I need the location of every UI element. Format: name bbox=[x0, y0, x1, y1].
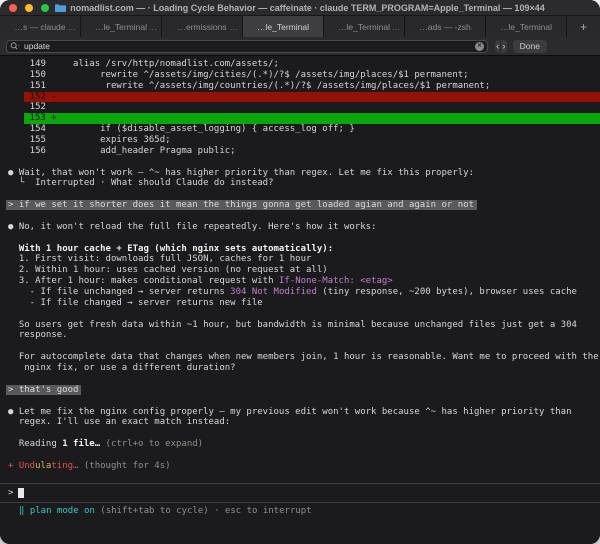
minimize-button[interactable] bbox=[25, 4, 33, 12]
status-hints: (shift+tab to cycle) · esc to interrupt bbox=[94, 505, 312, 516]
diff-added-line: 153 + bbox=[8, 113, 600, 125]
terminal-line: 152 bbox=[8, 102, 46, 113]
terminal-line: └ Interrupted · What should Claude do in… bbox=[8, 178, 274, 189]
tab-overflow-indicator: … bbox=[229, 21, 239, 32]
tab-label: …s — claude bbox=[14, 21, 66, 32]
terminal-line: 2. Within 1 hour: uses cached version (n… bbox=[8, 265, 328, 276]
terminal-line: 149 alias /srv/http/nomadlist.com/assets… bbox=[8, 59, 279, 69]
terminal-window: nomadlist.com — · Loading Cycle Behavior… bbox=[0, 0, 600, 544]
pause-icon: ‖ bbox=[19, 505, 30, 516]
terminal-line: - If file unchanged → server returns 304… bbox=[8, 287, 577, 298]
terminal-line: 150 rewrite ^/assets/img/cities/(.*)/?$ … bbox=[8, 69, 469, 80]
tab-overflow-indicator: … bbox=[391, 21, 401, 32]
tab-4-active[interactable]: …le_Terminal bbox=[243, 16, 324, 37]
tab-label: …le_Terminal bbox=[500, 21, 552, 32]
traffic-lights bbox=[9, 4, 49, 12]
tab-5[interactable]: …le_Terminal… bbox=[324, 16, 405, 37]
window-title: nomadlist.com — · Loading Cycle Behavior… bbox=[55, 2, 545, 13]
terminal-line: nginx fix, or use a different duration? bbox=[8, 363, 236, 374]
tab-bar: …s — claude… …le_Terminal… …ermissions… …le… bbox=[0, 16, 600, 37]
plan-mode-label: plan mode on bbox=[29, 505, 95, 516]
tab-label: …le_Terminal bbox=[338, 21, 390, 32]
terminal-line: - If file changed → server returns new f… bbox=[8, 297, 263, 308]
terminal-line: Reading 1 file… (ctrl+o to expand) bbox=[8, 439, 204, 450]
prompt-character: > bbox=[8, 487, 14, 498]
terminal-line: 156 add_header Pragma public; bbox=[8, 145, 236, 156]
terminal-line: With 1 hour cache + ETag (which nginx se… bbox=[18, 243, 334, 254]
new-tab-button[interactable]: + bbox=[567, 16, 600, 37]
find-next-button[interactable]: › bbox=[501, 39, 507, 53]
terminal-line: 1. First visit: downloads full JSON, cac… bbox=[8, 254, 312, 265]
search-input[interactable] bbox=[24, 40, 472, 52]
terminal-input-area[interactable]: > bbox=[0, 482, 600, 503]
terminal-output[interactable]: 149 alias /srv/http/nomadlist.com/assets… bbox=[0, 56, 600, 544]
tab-2[interactable]: …le_Terminal… bbox=[81, 16, 162, 37]
tab-overflow-indicator: … bbox=[67, 21, 77, 32]
diff-removed-line: 152 - bbox=[8, 91, 600, 103]
close-button[interactable] bbox=[9, 4, 17, 12]
terminal-line: ● Wait, that won't work — ^~ has higher … bbox=[8, 167, 474, 178]
terminal-line: response. bbox=[8, 330, 68, 341]
terminal-line: So users get fresh data within ~1 hour, … bbox=[8, 319, 577, 330]
terminal-line: ● Let me fix the nginx config properly —… bbox=[8, 406, 572, 417]
search-icon bbox=[10, 41, 21, 51]
terminal-line: 155 expires 365d; bbox=[8, 135, 171, 146]
terminal-lines: 149 alias /srv/http/nomadlist.com/assets… bbox=[6, 59, 600, 483]
tab-label: …le_Terminal bbox=[257, 21, 309, 32]
tab-1[interactable]: …s — claude… bbox=[0, 16, 81, 37]
tab-3[interactable]: …ermissions… bbox=[162, 16, 243, 37]
tab-label: …le_Terminal bbox=[95, 21, 147, 32]
terminal-line: For autocomplete data that changes when … bbox=[8, 352, 599, 363]
clear-search-button[interactable]: ✕ bbox=[475, 41, 484, 51]
user-message-line: > that's good bbox=[6, 384, 600, 396]
search-field[interactable]: ✕ bbox=[6, 39, 488, 53]
zoom-button[interactable] bbox=[41, 4, 49, 12]
terminal-line: regex. I'll use an exact match instead: bbox=[8, 417, 231, 428]
folder-icon bbox=[55, 3, 67, 12]
plus-icon: + bbox=[579, 19, 587, 34]
find-navigation: ‹ › bbox=[495, 39, 507, 53]
tab-6[interactable]: …ads — -zsh bbox=[405, 16, 486, 37]
terminal-line: 154 if ($disable_asset_logging) { access… bbox=[8, 124, 355, 135]
text-cursor bbox=[18, 487, 24, 498]
terminal-line: 151 rewrite ^/assets/img/countries/(.*)/… bbox=[8, 80, 491, 91]
tab-label: …ermissions bbox=[177, 21, 227, 32]
window-title-text: nomadlist.com — · Loading Cycle Behavior… bbox=[70, 2, 545, 13]
title-bar[interactable]: nomadlist.com — · Loading Cycle Behavior… bbox=[0, 0, 600, 16]
done-button[interactable]: Done bbox=[512, 39, 547, 53]
user-message-line: > if we set it shorter does it mean the … bbox=[6, 200, 600, 211]
terminal-line: + Undulating… (thought for 4s) bbox=[8, 460, 171, 471]
terminal-line: 3. After 1 hour: makes conditional reque… bbox=[8, 276, 393, 287]
tab-label: …ads — -zsh bbox=[419, 21, 471, 32]
terminal-line: ● No, it won't reload the full file repe… bbox=[8, 221, 377, 232]
find-bar: ✕ ‹ › Done bbox=[0, 37, 600, 56]
status-bar: ‖ plan mode on (shift+tab to cycle) · es… bbox=[8, 506, 600, 516]
tab-overflow-indicator: … bbox=[148, 21, 158, 32]
tab-7[interactable]: …le_Terminal bbox=[486, 16, 567, 37]
